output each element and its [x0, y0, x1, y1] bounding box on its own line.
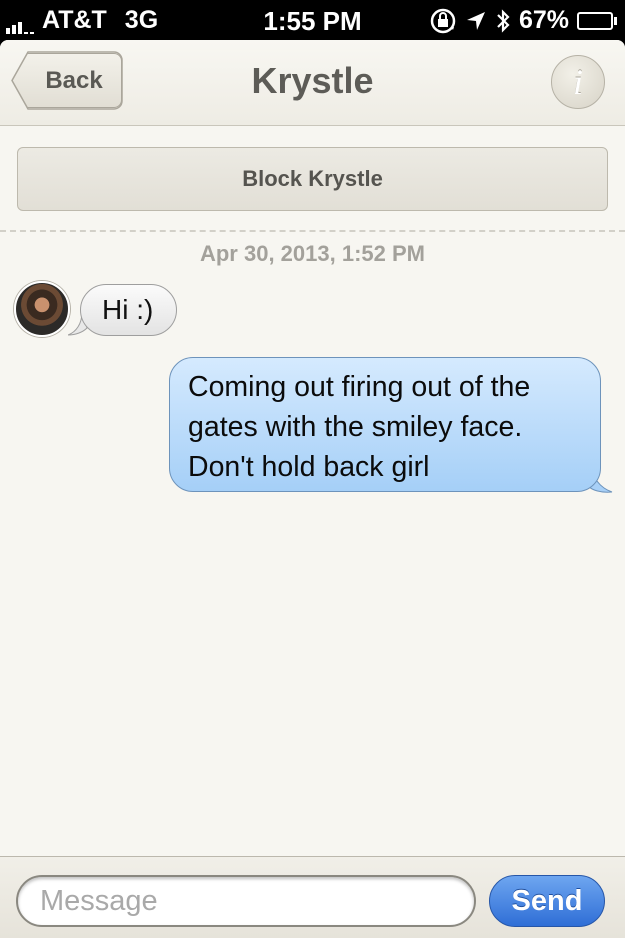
message-input[interactable]	[16, 875, 476, 927]
rotation-lock-icon	[429, 7, 457, 35]
message-text: Hi :)	[102, 294, 154, 325]
message-timestamp: Apr 30, 2013, 1:52 PM	[199, 241, 425, 266]
info-icon[interactable]: i	[551, 55, 605, 109]
status-bar: AT&T 3G 1:55 PM 67%	[0, 0, 625, 40]
divider	[0, 230, 625, 232]
incoming-message: Hi :)	[80, 284, 177, 336]
send-button[interactable]: Send	[489, 875, 605, 927]
avatar[interactable]	[14, 281, 70, 337]
contact-title: Krystle	[251, 60, 374, 101]
battery-percent: 67%	[518, 6, 569, 34]
outgoing-message: Coming out firing out of the gates with …	[169, 357, 601, 492]
navigation-bar: Back Krystle i	[0, 40, 625, 126]
conversation-screen: Back Krystle i Block Krystle Apr 30, 201…	[0, 40, 625, 938]
message-line: gates with the smiley face.	[188, 411, 523, 443]
bluetooth-icon	[495, 7, 511, 35]
block-contact-button[interactable]: Block Krystle	[17, 147, 608, 211]
message-line: Coming out firing out of the	[188, 371, 531, 403]
message-composer: Send	[0, 856, 625, 938]
battery-icon	[577, 11, 617, 30]
location-arrow-icon	[465, 10, 487, 32]
status-right: 67%	[429, 6, 617, 35]
message-line: Don't hold back girl	[188, 451, 430, 483]
